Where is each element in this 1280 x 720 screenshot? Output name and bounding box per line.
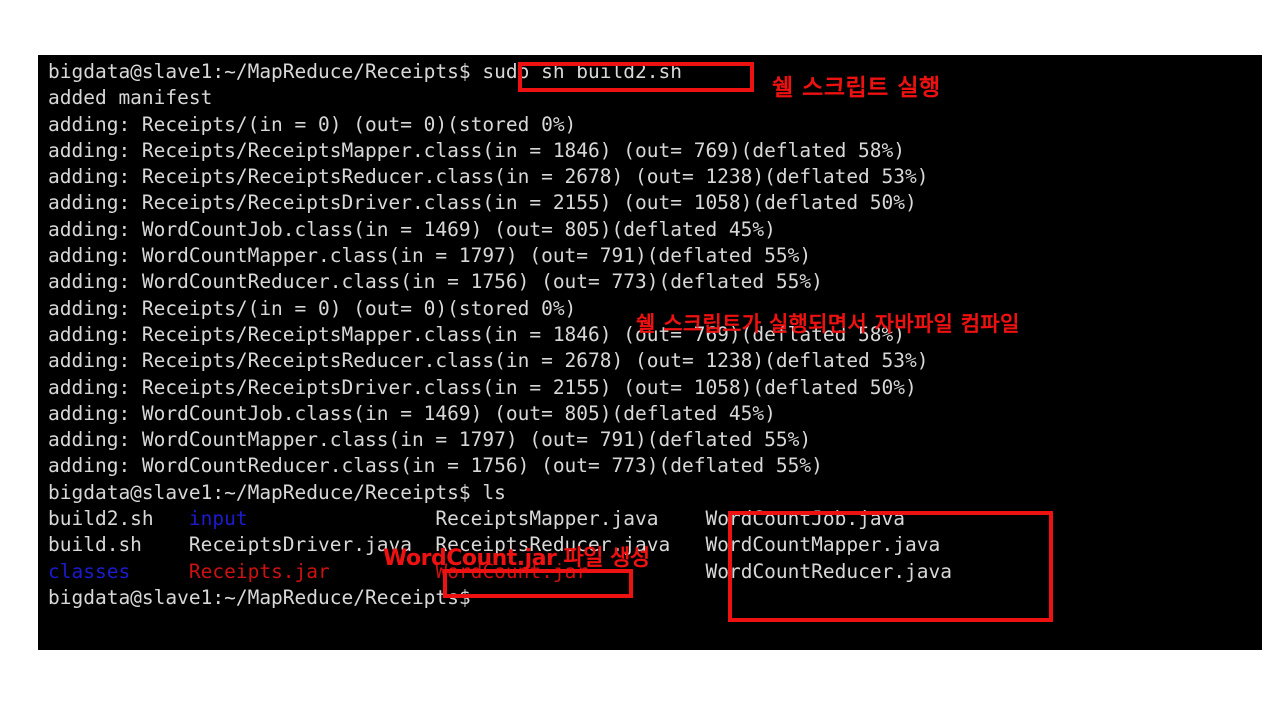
terminal-line: bigdata@slave1:~/MapReduce/Receipts$	[48, 585, 1258, 611]
terminal-text-segment: adding: Receipts/ReceiptsReducer.class(i…	[48, 165, 929, 189]
terminal-text-segment: adding: Receipts/ReceiptsDriver.class(in…	[48, 191, 917, 215]
terminal-line: added manifest	[48, 85, 1258, 111]
terminal-line: classes Receipts.jar WordCount.jar WordC…	[48, 559, 1258, 585]
terminal-line: adding: Receipts/ReceiptsDriver.class(in…	[48, 375, 1258, 401]
terminal-text-segment: adding: WordCountJob.class(in = 1469) (o…	[48, 401, 776, 425]
terminal-text-segment: adding: Receipts/ReceiptsReducer.class(i…	[48, 349, 929, 373]
terminal-line: adding: Receipts/(in = 0) (out= 0)(store…	[48, 296, 1258, 322]
terminal-line: adding: Receipts/ReceiptsDriver.class(in…	[48, 190, 1258, 216]
terminal-line: adding: Receipts/ReceiptsReducer.class(i…	[48, 348, 1258, 374]
terminal-text-segment: adding: Receipts/(in = 0) (out= 0)(store…	[48, 112, 577, 136]
terminal-text-segment: WordCountReducer.java	[588, 559, 953, 583]
terminal-text-segment: Receipts.jar	[188, 559, 330, 583]
terminal-text-segment: WordCount.jar	[435, 559, 589, 583]
terminal-text-segment: bigdata@slave1:~/MapReduce/Receipts$	[48, 585, 471, 609]
terminal-line: build.sh ReceiptsDriver.java ReceiptsRed…	[48, 532, 1258, 558]
terminal-line: adding: WordCountJob.class(in = 1469) (o…	[48, 401, 1258, 427]
terminal-text-segment: adding: Receipts/ReceiptsMapper.class(in…	[48, 322, 906, 346]
terminal-text-segment: ReceiptsMapper.java WordCountJob.java	[247, 507, 906, 531]
terminal-line: adding: WordCountReducer.class(in = 1756…	[48, 269, 1258, 295]
terminal-text-segment: adding: WordCountMapper.class(in = 1797)…	[48, 244, 812, 268]
terminal-text-segment: adding: WordCountReducer.class(in = 1756…	[48, 270, 823, 294]
terminal-line: adding: WordCountJob.class(in = 1469) (o…	[48, 217, 1258, 243]
terminal-text-segment: bigdata@slave1:~/MapReduce/Receipts$ ls	[48, 480, 506, 504]
terminal-line: bigdata@slave1:~/MapReduce/Receipts$ sud…	[48, 59, 1258, 85]
terminal-line: adding: Receipts/ReceiptsMapper.class(in…	[48, 322, 1258, 348]
terminal-line: adding: Receipts/(in = 0) (out= 0)(store…	[48, 112, 1258, 138]
terminal-text-segment: adding: Receipts/ReceiptsMapper.class(in…	[48, 138, 906, 162]
terminal-line: adding: Receipts/ReceiptsMapper.class(in…	[48, 138, 1258, 164]
terminal-text-segment: adding: Receipts/ReceiptsDriver.class(in…	[48, 375, 917, 399]
terminal-text-segment: build.sh ReceiptsDriver.java ReceiptsRed…	[48, 533, 941, 557]
terminal-text-segment: bigdata@slave1:~/MapReduce/Receipts$ sud…	[48, 60, 682, 83]
terminal-line: build2.sh input ReceiptsMapper.java Word…	[48, 506, 1258, 532]
terminal-line: adding: Receipts/ReceiptsReducer.class(i…	[48, 164, 1258, 190]
terminal-text-segment: build2.sh	[48, 507, 189, 531]
terminal-text-segment: adding: WordCountJob.class(in = 1469) (o…	[48, 217, 776, 241]
terminal-line: adding: WordCountReducer.class(in = 1756…	[48, 453, 1258, 479]
terminal-text-segment: adding: Receipts/(in = 0) (out= 0)(store…	[48, 296, 577, 320]
terminal-text-segment: adding: WordCountReducer.class(in = 1756…	[48, 454, 823, 478]
terminal-window[interactable]: bigdata@slave1:~/MapReduce/Receipts$ sud…	[38, 55, 1262, 650]
terminal-text-segment: adding: WordCountMapper.class(in = 1797)…	[48, 428, 812, 452]
terminal-output: bigdata@slave1:~/MapReduce/Receipts$ sud…	[48, 59, 1258, 611]
terminal-line: adding: WordCountMapper.class(in = 1797)…	[48, 427, 1258, 453]
terminal-text-segment: classes	[48, 559, 131, 583]
terminal-line: bigdata@slave1:~/MapReduce/Receipts$ ls	[48, 480, 1258, 506]
terminal-text-segment: input	[188, 507, 248, 531]
terminal-text-segment: added manifest	[48, 86, 213, 110]
terminal-line: adding: WordCountMapper.class(in = 1797)…	[48, 243, 1258, 269]
